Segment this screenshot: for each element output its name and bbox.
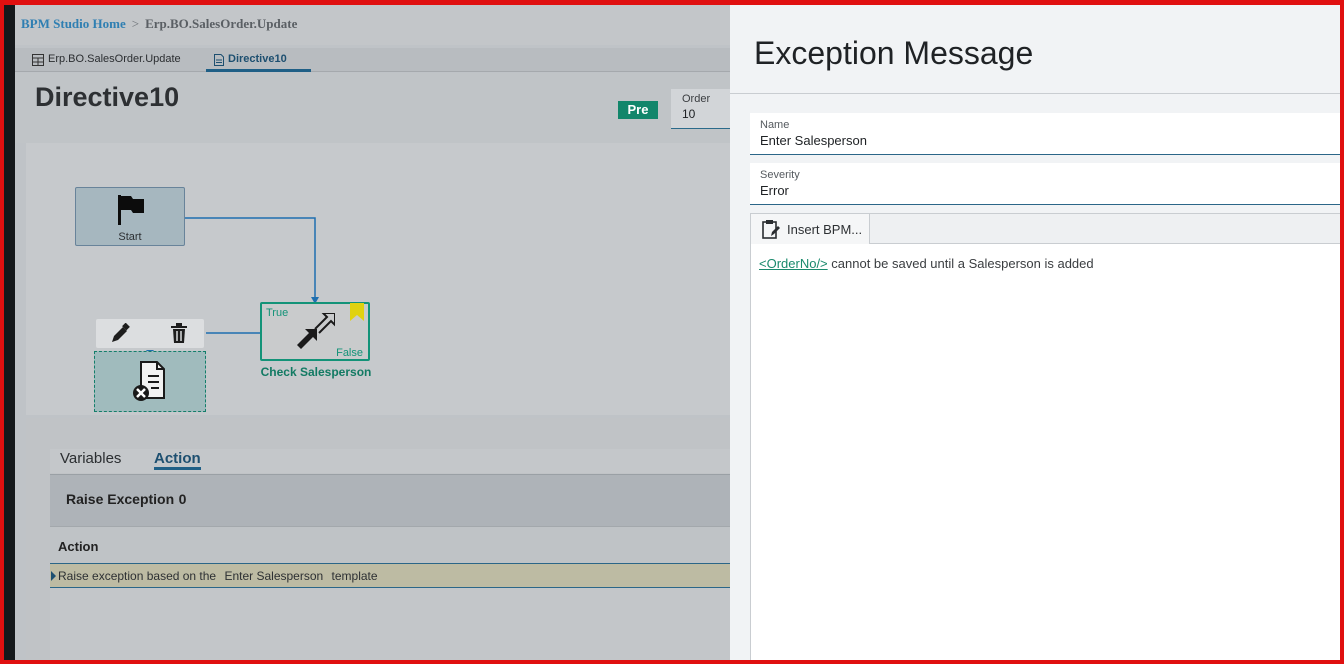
designer-pane: BPM Studio Home > Erp.BO.SalesOrder.Update… — [4, 5, 730, 660]
insert-bpm-label: Insert BPM... — [787, 221, 863, 237]
row-prefix: Raise exception based on the — [58, 569, 217, 583]
severity-label: Severity — [760, 169, 800, 181]
action-tabs: Variables Action — [50, 449, 730, 473]
ordernum-tag[interactable]: <OrderNo/> — [759, 256, 828, 271]
true-label: True — [266, 307, 289, 319]
condition-node[interactable]: True False — [260, 302, 370, 361]
tab-variables[interactable]: Variables — [60, 450, 121, 467]
message-content[interactable]: <OrderNo/> cannot be saved until a Sales… — [759, 256, 1094, 271]
raise-exception-header: Raise Exception 0 — [50, 474, 730, 526]
workflow-canvas[interactable]: Start True False Check Salesperson — [26, 143, 730, 415]
raise-exception-node[interactable] — [94, 351, 206, 412]
breadcrumb: BPM Studio Home > Erp.BO.SalesOrder.Update — [15, 5, 730, 45]
severity-field[interactable]: Severity Error — [750, 163, 1340, 205]
row-suffix: template — [331, 569, 378, 583]
pre-badge: Pre — [618, 101, 658, 119]
name-field[interactable]: Name Enter Salesperson — [750, 113, 1340, 155]
document-error-icon — [133, 361, 165, 401]
exception-message-panel: Exception Message Name Enter Salesperson… — [730, 5, 1340, 660]
bookmark-icon — [350, 303, 364, 321]
tab-salesorder-update[interactable]: Erp.BO.SalesOrder.Update — [32, 48, 181, 72]
action-list-empty-area — [50, 588, 730, 660]
condition-arrows-icon — [297, 313, 335, 349]
start-node[interactable]: Start — [75, 187, 185, 246]
order-label: Order — [682, 93, 711, 105]
table-icon — [32, 54, 44, 66]
section-title: Raise Exception — [66, 491, 175, 507]
tab-label: Directive10 — [228, 53, 287, 65]
name-label: Name — [760, 119, 790, 131]
clipboard-edit-icon — [762, 220, 780, 239]
breadcrumb-separator: > — [131, 16, 140, 31]
condition-node-label: Check Salesperson — [260, 365, 372, 379]
breadcrumb-home-link[interactable]: BPM Studio Home — [21, 16, 126, 31]
order-field[interactable]: Order 10 — [671, 89, 730, 129]
directive-header: Directive10 Pre Order 10 — [15, 73, 730, 143]
page-title: Directive10 — [35, 82, 180, 112]
section-count: 0 — [178, 491, 187, 507]
breadcrumb-current: Erp.BO.SalesOrder.Update — [145, 16, 298, 31]
name-value: Enter Salesperson — [760, 133, 867, 148]
false-label: False — [336, 347, 363, 359]
insert-bpm-button[interactable]: Insert BPM... — [751, 214, 870, 244]
start-label: Start — [118, 231, 142, 243]
window-frame: BPM Studio Home > Erp.BO.SalesOrder.Update… — [0, 0, 1344, 664]
template-link[interactable]: Enter Salesperson — [221, 569, 326, 583]
caret-right-icon — [51, 571, 56, 581]
tab-action[interactable]: Action — [154, 450, 201, 470]
trash-icon[interactable] — [170, 323, 188, 343]
tab-directive10[interactable]: Directive10 — [206, 48, 311, 72]
left-strip — [4, 5, 15, 660]
severity-value: Error — [760, 183, 789, 198]
tab-label: Erp.BO.SalesOrder.Update — [48, 53, 181, 65]
message-editor[interactable]: Insert BPM... <OrderNo/> cannot be saved… — [750, 213, 1340, 660]
divider — [730, 93, 1340, 94]
tab-bar: Erp.BO.SalesOrder.Update Directive10 — [15, 48, 730, 72]
action-column-header: Action — [50, 526, 730, 564]
node-toolbar — [96, 319, 204, 348]
editor-toolbar: Insert BPM... — [751, 214, 1340, 244]
action-panel: Variables Action Raise Exception 0 Actio… — [26, 418, 730, 660]
order-value: 10 — [682, 107, 696, 121]
edit-icon[interactable] — [109, 323, 131, 345]
action-row[interactable]: Raise exception based on the Enter Sales… — [50, 564, 730, 588]
document-icon — [214, 54, 224, 66]
flag-icon — [118, 195, 144, 225]
message-text: cannot be saved until a Salesperson is a… — [827, 256, 1094, 271]
panel-title: Exception Message — [754, 35, 1034, 71]
